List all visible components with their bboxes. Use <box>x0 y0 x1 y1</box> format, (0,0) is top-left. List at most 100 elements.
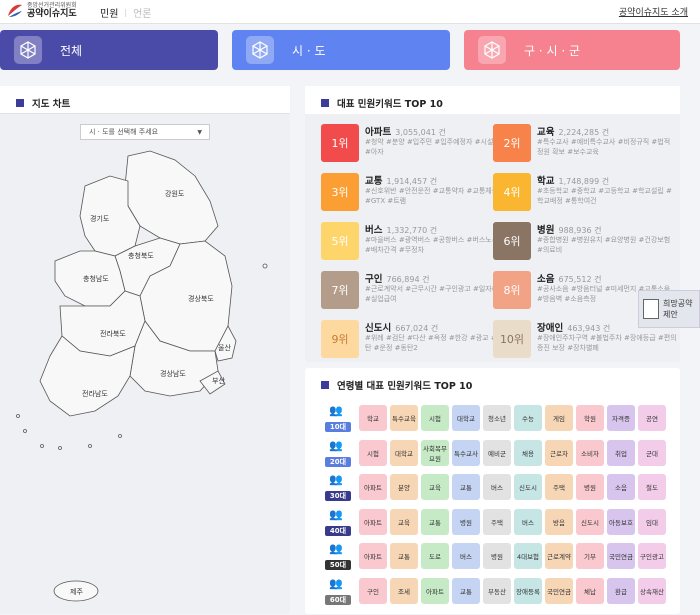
age-keyword-chip[interactable]: 환급 <box>607 577 635 604</box>
age-keyword-chip[interactable]: 구인 <box>359 577 387 604</box>
chevron-down-icon: ▼ <box>197 129 202 136</box>
age-keyword-chip[interactable]: 예비군 <box>483 439 511 466</box>
tab-province-label: 시 · 도 <box>292 43 326 58</box>
age-keyword-chip[interactable]: 소음 <box>607 474 635 500</box>
rank-count: 988,936 건 <box>558 226 602 235</box>
age-keyword-chip[interactable]: 소비자 <box>576 439 604 466</box>
age-keyword-chip[interactable]: 아파트 <box>359 543 387 569</box>
age-keyword-chip[interactable]: 도로 <box>421 543 449 569</box>
age-keyword-chip[interactable]: 분양 <box>390 474 418 500</box>
age-keyword-chip[interactable]: 병원 <box>576 474 604 500</box>
age-keyword-chip[interactable]: 주택 <box>483 508 511 535</box>
region-label-jeonnam: 전라남도 <box>82 389 108 398</box>
age-keyword-chip[interactable]: 근로계약 <box>545 543 573 569</box>
top10-item[interactable]: 4위 학교 1,748,899 건 #초등학교 #중학교 #고등학교 #학교설립 #학… <box>493 169 673 215</box>
age-keyword-chip[interactable]: 교통 <box>452 577 480 604</box>
tab-district[interactable]: 구 · 시 · 군 <box>464 30 680 70</box>
age-keyword-chip[interactable]: 청소년 <box>483 405 511 431</box>
age-keyword-chip[interactable]: 부동산 <box>483 577 511 604</box>
age-keyword-chip[interactable]: 구인광고 <box>638 543 666 569</box>
age-keyword-chip[interactable]: 근로자 <box>545 439 573 466</box>
top10-item[interactable]: 7위 구인 766,894 건 #근로계약서 #근무시간 #구인광고 #일자리 #실업… <box>321 267 501 313</box>
nav-item-complaints[interactable]: 민원 <box>100 5 118 20</box>
age-keyword-chip[interactable]: 학원 <box>576 405 604 431</box>
province-select[interactable]: 시 · 도를 선택해 주세요 ▼ <box>80 124 210 140</box>
age-keyword-chip[interactable]: 아파트 <box>359 508 387 535</box>
age-keyword-chip[interactable]: 사회복무요원 <box>421 439 449 466</box>
age-keyword-chip[interactable]: 아동보호 <box>607 508 635 535</box>
rank-tags: #마을버스 #광역버스 #공항버스 #버스노선 #배차간격 #무정차 <box>365 236 499 254</box>
tab-province[interactable]: 시 · 도 <box>232 30 450 70</box>
age-badge: 👥 50대 <box>325 542 355 570</box>
rank-keyword: 장애인 463,943 건 <box>537 323 611 334</box>
rank-tags: #초등학교 #중학교 #고등학교 #학교설립 #학교배정 #통학여건 <box>537 187 672 205</box>
map-panel-header: 지도 차트 <box>0 86 290 114</box>
age-row: 👥 50대 아파트 교통 도로 버스 병원 4대보험 근로계약 기부 국민연금 구인광고 <box>325 542 669 570</box>
age-keyword-chip[interactable]: 장애등록 <box>514 577 542 604</box>
map-panel: 지도 차트 시 · 도를 선택해 주세요 ▼ 강원도 경기도 충청북도 충청남도… <box>0 86 290 614</box>
age-keyword-chip[interactable]: 병원 <box>452 508 480 535</box>
age-keyword-chip[interactable]: 버스 <box>452 543 480 569</box>
age-keyword-chip[interactable]: 대학교 <box>390 439 418 466</box>
age-keyword-chip[interactable]: 특수교사 <box>452 439 480 466</box>
rank-badge: 2위 <box>493 124 531 162</box>
age-keyword-chip[interactable]: 아파트 <box>359 474 387 500</box>
age-keyword-chip[interactable]: 교통 <box>452 474 480 500</box>
age-keyword-chip[interactable]: 시험 <box>421 405 449 431</box>
age-keyword-chip[interactable]: 국민연금 <box>545 577 573 604</box>
age-keyword-chip[interactable]: 신도시 <box>576 508 604 535</box>
tab-all[interactable]: 전체 <box>0 30 218 70</box>
tab-all-label: 전체 <box>60 43 83 58</box>
age-keyword-chip[interactable]: 국민연금 <box>607 543 635 569</box>
rank-count: 2,224,285 건 <box>558 128 610 137</box>
age-keyword-chip[interactable]: 조세 <box>390 577 418 604</box>
age-keyword-chip[interactable]: 시험 <box>359 439 387 466</box>
region-label-jeonbuk: 전라북도 <box>100 329 126 338</box>
people-icon: 👥 <box>329 438 343 452</box>
age-keyword-chip[interactable]: 취업 <box>607 439 635 466</box>
age-keyword-chip[interactable]: 철도 <box>638 474 666 500</box>
top10-item[interactable]: 3위 교통 1,914,457 건 #신호위반 #안전운전 #교통약자 #교통체증 #… <box>321 169 501 215</box>
top10-item[interactable]: 5위 버스 1,332,770 건 #마을버스 #광역버스 #공항버스 #버스노선 #… <box>321 218 501 264</box>
age-keyword-chip[interactable]: 버스 <box>514 508 542 535</box>
age-keyword-chip[interactable]: 교육 <box>390 508 418 535</box>
age-keyword-chip[interactable]: 주택 <box>545 474 573 500</box>
top10-item[interactable]: 9위 신도시 667,024 건 #위례 #검단 #다산 #옥정 #한강 #광교 #동… <box>321 316 503 362</box>
rank-keyword: 버스 1,332,770 건 <box>365 225 438 236</box>
age-keyword-chip[interactable]: 임대 <box>638 508 666 535</box>
rank-badge: 6위 <box>493 222 531 260</box>
age-keyword-chip[interactable]: 특수교육 <box>390 405 418 431</box>
age-keyword-chip[interactable]: 기부 <box>576 543 604 569</box>
hope-pledge-button[interactable]: 희망공약 제안 <box>638 290 700 328</box>
age-keyword-chip[interactable]: 학교 <box>359 405 387 431</box>
age-keyword-chip[interactable]: 공연 <box>638 405 666 431</box>
age-keyword-chip[interactable]: 게임 <box>545 405 573 431</box>
age-keyword-chip[interactable]: 교육 <box>421 474 449 500</box>
region-label-jeju: 제주 <box>70 588 83 596</box>
age-keyword-chip[interactable]: 신도시 <box>514 474 542 500</box>
age-keyword-chip[interactable]: 수능 <box>514 405 542 431</box>
age-keyword-chip[interactable]: 방음 <box>545 508 573 535</box>
age-keyword-chip[interactable]: 군대 <box>638 439 666 466</box>
intro-link[interactable]: 공약이슈지도 소개 <box>619 5 688 18</box>
age-badge: 👥 60대 <box>325 577 355 605</box>
age-keyword-chip[interactable]: 4대보험 <box>514 543 542 569</box>
age-keyword-chip[interactable]: 버스 <box>483 474 511 500</box>
age-keyword-chip[interactable]: 병원 <box>483 543 511 569</box>
age-keyword-chip[interactable]: 채용 <box>514 439 542 466</box>
age-keyword-chip[interactable]: 아파트 <box>421 577 449 604</box>
top10-item[interactable]: 6위 병원 988,936 건 #종합병원 #병원유치 #요양병원 #건강보험 #의료… <box>493 218 673 264</box>
age-keyword-chip[interactable]: 교통 <box>390 543 418 569</box>
age-keyword-chip[interactable]: 대학교 <box>452 405 480 431</box>
age-title: 연령별 대표 민원키워드 TOP 10 <box>321 378 472 392</box>
age-keyword-chip[interactable]: 체납 <box>576 577 604 604</box>
top10-item[interactable]: 1위 아파트 3,055,041 건 #청약 #분양 #입주민 #입주예정자 #시설물… <box>321 120 501 166</box>
top10-item[interactable]: 2위 교육 2,224,285 건 #특수교사 #예비특수교사 #비정규직 #법적 정… <box>493 120 673 166</box>
nav-separator: | <box>124 8 128 17</box>
nav-item-press[interactable]: 언론 <box>133 5 151 20</box>
age-keyword-chip[interactable]: 자격증 <box>607 405 635 431</box>
age-keyword-chip[interactable]: 교통 <box>421 508 449 535</box>
age-keyword-chip[interactable]: 상속재산 <box>638 577 666 604</box>
logo[interactable]: 중앙선거관리위원회 공약이슈지도 <box>6 3 77 19</box>
rank-tags: #신호위반 #안전운전 #교통약자 #교통체증 #GTX #트램 <box>365 187 499 205</box>
